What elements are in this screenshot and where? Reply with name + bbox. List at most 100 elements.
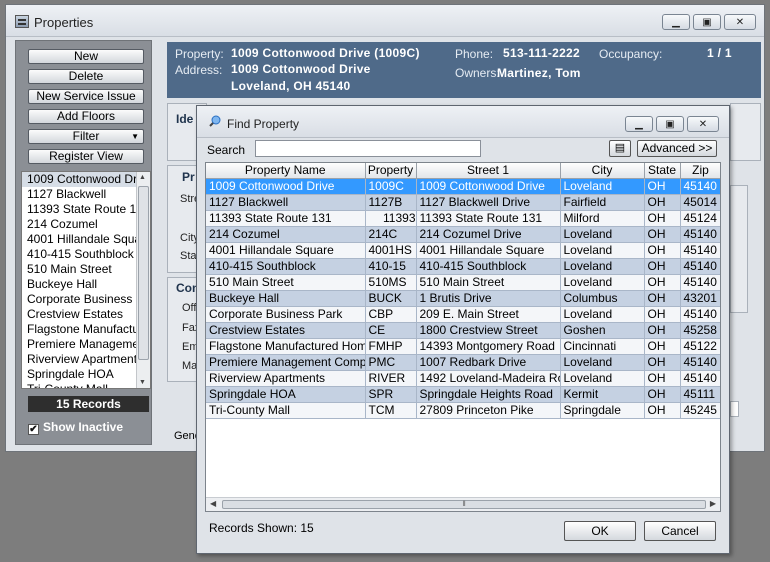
list-scrollbar[interactable]: ▲ ▼ — [136, 172, 150, 388]
table-row[interactable]: Riverview Apartments RIVER 1492 Loveland-M… — [206, 370, 720, 387]
table-row[interactable]: 510 Main Street 510MS 510 Main Street Lovel… — [206, 274, 720, 291]
scroll-down-icon[interactable]: ▼ — [139, 379, 146, 386]
list-item[interactable]: Buckeye Hall — [22, 277, 137, 292]
list-item[interactable]: 510 Main Street — [22, 262, 137, 277]
table-row[interactable]: Buckeye Hall BUCK 1 Brutis Drive Columbus OH… — [206, 290, 720, 307]
minimize-icon: ▁ — [672, 16, 680, 28]
list-item[interactable]: Tri-County Mall — [22, 382, 137, 388]
table-row[interactable]: Corporate Business Park CBP 209 E. Main St… — [206, 306, 720, 323]
list-item[interactable]: Corporate Business Park — [22, 292, 137, 307]
table-cell: 4001 Hillandale Square — [416, 242, 561, 259]
list-item[interactable]: 4001 Hillandale Square — [22, 232, 137, 247]
scroll-up-icon[interactable]: ▲ — [139, 174, 146, 181]
list-item[interactable]: 1127 Blackwell — [22, 187, 137, 202]
add-floors-button[interactable]: Add Floors — [28, 109, 144, 124]
new-service-issue-button[interactable]: New Service Issue — [28, 89, 144, 104]
column-header[interactable]: Zip — [680, 163, 720, 179]
window-controls: ▁ ▣ ✕ — [662, 14, 756, 30]
table-row[interactable]: 410-415 Southblock 410-15 410-415 Southblo… — [206, 258, 720, 275]
column-header[interactable]: City — [560, 163, 645, 179]
list-item[interactable]: 214 Cozumel — [22, 217, 137, 232]
dialog-maximize-button[interactable]: ▣ — [656, 116, 684, 132]
dialog-title: Find Property — [227, 117, 300, 131]
table-cell: Springdale Heights Road — [416, 386, 561, 403]
table-cell: 45140 — [680, 306, 720, 323]
scroll-right-icon[interactable]: ▶ — [710, 499, 716, 508]
scroll-left-icon[interactable]: ◀ — [210, 499, 216, 508]
checkmark-icon[interactable]: ✔ — [28, 424, 39, 435]
list-item[interactable]: 1009 Cottonwood Drive — [22, 172, 137, 187]
cancel-button[interactable]: Cancel — [644, 521, 716, 541]
table-row[interactable]: Tri-County Mall TCM 27809 Princeton Pike Sp… — [206, 402, 720, 419]
search-input[interactable] — [255, 140, 481, 157]
list-item[interactable]: 11393 State Route 131 — [22, 202, 137, 217]
address-label: Address: — [175, 63, 223, 77]
list-item[interactable]: Flagstone Manufactured Home Park — [22, 322, 137, 337]
title-bar[interactable]: Properties ▁ ▣ ✕ — [6, 5, 764, 37]
state-label: Sta — [180, 250, 197, 262]
table-cell: Columbus — [560, 290, 645, 307]
table-cell: Cincinnati — [560, 338, 645, 355]
table-cell: 510 Main Street — [206, 274, 366, 291]
table-row[interactable]: Flagstone Manufactured Home ParkFMHP1439… — [206, 338, 720, 355]
filter-button[interactable]: Filter ▼ — [28, 129, 144, 144]
horizontal-scrollbar[interactable]: ◀ ⦀ ▶ — [206, 497, 720, 511]
owners-value: Martinez, Tom — [497, 66, 581, 80]
table-cell: 45140 — [680, 258, 720, 275]
results-table[interactable]: Property Name Property Street 1 City State Zi… — [205, 162, 721, 512]
register-view-button[interactable]: Register View — [28, 149, 144, 164]
right-section-2 — [730, 185, 748, 313]
chevron-down-icon: ▼ — [131, 132, 139, 141]
ok-button[interactable]: OK — [564, 521, 636, 541]
table-cell: 510 Main Street — [416, 274, 561, 291]
column-header[interactable]: Property Name — [206, 163, 366, 179]
advanced-button[interactable]: Advanced >> — [637, 140, 717, 157]
table-row[interactable]: 4001 Hillandale Square 4001HS 4001 Hilland… — [206, 242, 720, 259]
table-row[interactable]: 1009 Cottonwood Drive 1009C 1009 Cottonwoo… — [206, 178, 720, 195]
table-row[interactable]: Crestview Estates CE 1800 Crestview Street… — [206, 322, 720, 339]
table-cell: 45258 — [680, 322, 720, 339]
column-chooser-button[interactable]: ▤ — [609, 140, 631, 157]
table-row[interactable]: 214 Cozumel 214C 214 Cozumel Drive Loveland… — [206, 226, 720, 243]
dialog-title-bar[interactable]: Find Property ▁ ▣ ✕ — [197, 106, 729, 138]
maximize-button[interactable]: ▣ — [693, 14, 721, 30]
horizontal-scroll-thumb[interactable]: ⦀ — [222, 500, 706, 509]
table-cell: 1127 Blackwell — [206, 194, 366, 211]
column-header[interactable]: Property — [365, 163, 417, 179]
table-row[interactable]: Premiere Management CompanyPMC1007 Redba… — [206, 354, 720, 371]
minimize-button[interactable]: ▁ — [662, 14, 690, 30]
address-line2: Loveland, OH 45140 — [231, 79, 351, 93]
table-cell: Corporate Business Park — [206, 306, 366, 323]
property-list[interactable]: 1009 Cottonwood Drive1127 Blackwell11393… — [21, 171, 151, 389]
column-header[interactable]: State — [644, 163, 681, 179]
show-inactive-checkbox[interactable]: ✔ Show Inactive — [28, 420, 123, 435]
list-item[interactable]: 410-415 Southblock — [22, 247, 137, 262]
column-header[interactable]: Street 1 — [416, 163, 561, 179]
list-item[interactable]: Springdale HOA — [22, 367, 137, 382]
table-cell: Milford — [560, 210, 645, 227]
table-cell: 45014 — [680, 194, 720, 211]
delete-button[interactable]: Delete — [28, 69, 144, 84]
table-cell: SPR — [365, 386, 417, 403]
search-icon — [209, 115, 221, 127]
window-title: Properties — [34, 15, 94, 30]
list-item[interactable]: Premiere Management Company — [22, 337, 137, 352]
table-cell: 1009 Cottonwood Drive — [416, 178, 561, 195]
list-item[interactable]: Crestview Estates — [22, 307, 137, 322]
right-field[interactable] — [730, 401, 739, 417]
table-cell: 45245 — [680, 402, 720, 419]
scroll-thumb[interactable] — [138, 186, 149, 360]
new-button[interactable]: New — [28, 49, 144, 64]
table-row[interactable]: 1127 Blackwell 1127B 1127 Blackwell Drive F… — [206, 194, 720, 211]
table-row[interactable]: 11393 State Route 131 11393 11393 State Ro… — [206, 210, 720, 227]
dialog-minimize-button[interactable]: ▁ — [625, 116, 653, 132]
table-cell: OH — [644, 242, 681, 259]
table-cell: 214C — [365, 226, 417, 243]
table-row[interactable]: Springdale HOA SPR Springdale Heights Road… — [206, 386, 720, 403]
app-icon — [15, 15, 29, 28]
table-cell: CBP — [365, 306, 417, 323]
close-button[interactable]: ✕ — [724, 14, 756, 30]
list-item[interactable]: Riverview Apartments — [22, 352, 137, 367]
dialog-close-button[interactable]: ✕ — [687, 116, 719, 132]
table-cell: 27809 Princeton Pike — [416, 402, 561, 419]
